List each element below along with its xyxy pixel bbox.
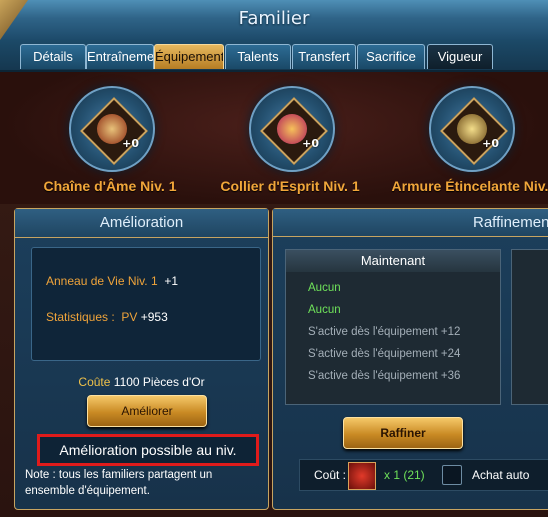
tab-training[interactable]: Entraînement: [86, 44, 154, 69]
auto-buy-checkbox[interactable]: [442, 465, 462, 485]
cost-amount: 1100 Pièces d'Or: [113, 375, 205, 389]
refine-current-header: Maintenant: [286, 250, 500, 272]
tab-vigor[interactable]: Vigueur: [427, 44, 493, 69]
tab-details[interactable]: Détails: [20, 44, 86, 69]
item-bonus: +1: [164, 274, 178, 288]
refine-next-box: [511, 249, 548, 405]
refine-cost-label: Coût :: [314, 468, 347, 482]
slot-medallion: +0: [249, 86, 335, 172]
refine-material-icon[interactable]: [348, 462, 376, 490]
upgrade-stats-box: Anneau de Vie Niv. 1 +1 Statistiques : P…: [31, 247, 261, 361]
level-badge: +0: [482, 137, 499, 150]
refine-line: Aucun: [308, 304, 341, 316]
equipment-name: Collier d'Esprit Niv. 1: [220, 178, 360, 194]
familiar-window: Familier Détails Entraînement Équipement…: [0, 0, 548, 517]
slot-medallion: +0: [429, 86, 515, 172]
upgrade-note: Note : tous les familiers partagent un e…: [25, 469, 213, 497]
refine-line: Aucun: [308, 282, 341, 294]
refine-line: S'active dès l'équipement +24: [308, 348, 461, 360]
equipment-slot-1[interactable]: +0 Chaîne d'Âme Niv. 1: [20, 72, 200, 204]
equipment-slots: +0 Chaîne d'Âme Niv. 1 +0 Collier d'Espr…: [0, 72, 548, 204]
refine-line: S'active dès l'équipement +12: [308, 326, 461, 338]
stat-value: +953: [140, 310, 168, 324]
stats-label: Statistiques :: [46, 310, 115, 324]
refine-cost-row: Coût : x 1 (21) Achat auto: [299, 459, 548, 491]
refine-current-box: Maintenant Aucun Aucun S'active dès l'éq…: [285, 249, 501, 405]
equipment-name: Chaîne d'Âme Niv. 1: [43, 178, 177, 194]
refine-button[interactable]: Raffiner: [343, 417, 463, 449]
upgrade-cost: Coûte 1100 Pièces d'Or: [15, 375, 268, 389]
refine-cost-quantity: x 1 (21): [384, 468, 425, 482]
upgrade-status-message: Amélioration possible au niv.: [37, 434, 259, 466]
level-badge: +0: [302, 137, 319, 150]
stat-name: PV: [121, 310, 138, 324]
refine-panel: Raffinement Maintenant Aucun Aucun S'act…: [272, 208, 548, 510]
tab-transfer[interactable]: Transfert: [292, 44, 356, 69]
window-title: Familier: [238, 8, 310, 29]
refine-line: S'active dès l'équipement +36: [308, 370, 461, 382]
slot-medallion: +0: [69, 86, 155, 172]
level-badge: +0: [122, 137, 139, 150]
upgrade-button[interactable]: Améliorer: [87, 395, 207, 427]
refine-panel-title: Raffinement: [273, 209, 548, 237]
upgrade-panel-title: Amélioration: [15, 209, 268, 238]
title-bar: Familier: [0, 0, 548, 42]
tab-sacrifice[interactable]: Sacrifice: [357, 44, 425, 69]
auto-buy-label: Achat auto: [472, 468, 530, 482]
equipment-slot-2[interactable]: +0 Collier d'Esprit Niv. 1: [200, 72, 380, 204]
cost-label: Coûte: [78, 375, 111, 389]
tab-bar: Détails Entraînement Équipement Talents …: [0, 40, 548, 72]
equipment-name: Armure Étincelante Niv.: [391, 178, 548, 194]
item-name: Anneau de Vie Niv. 1: [46, 274, 158, 288]
tab-equipment[interactable]: Équipement: [154, 44, 224, 69]
tab-talents[interactable]: Talents: [225, 44, 291, 69]
equipment-slot-3[interactable]: +0 Armure Étincelante Niv.: [380, 72, 548, 204]
upgrade-panel: Amélioration Anneau de Vie Niv. 1 +1 Sta…: [14, 208, 269, 510]
